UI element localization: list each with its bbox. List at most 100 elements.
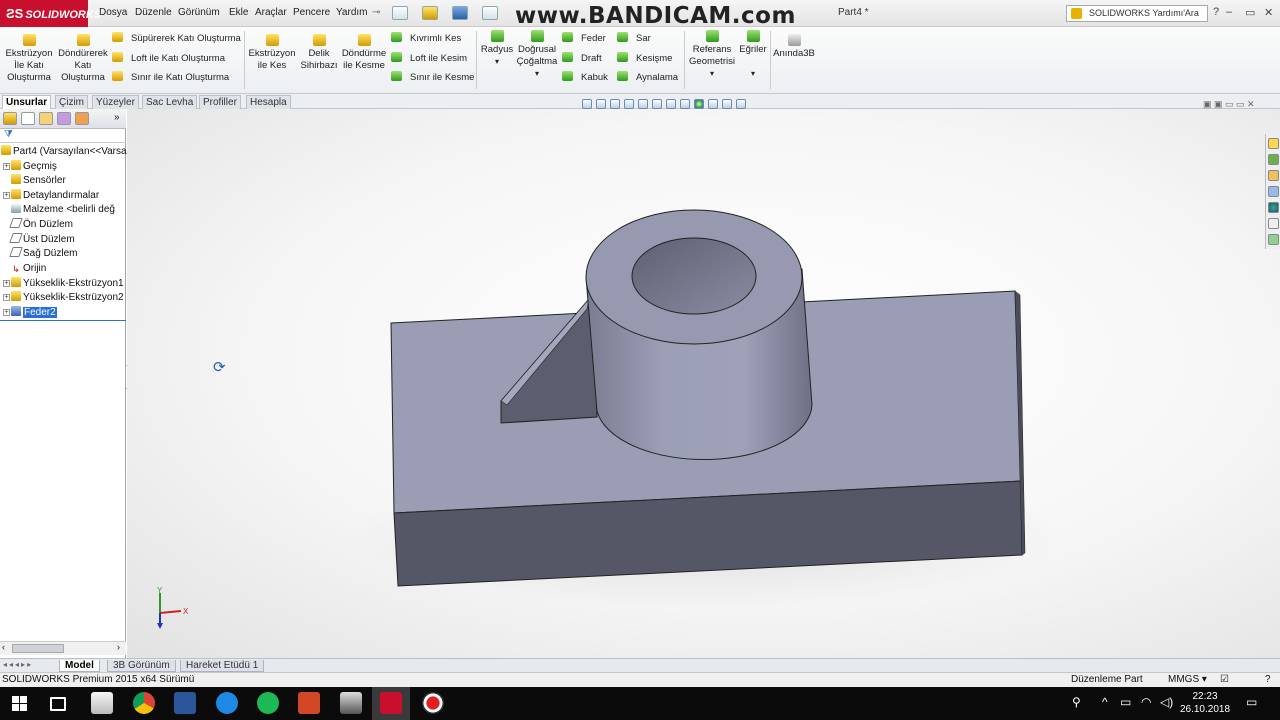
dimxpert-icon[interactable]	[57, 112, 71, 125]
design-library-icon[interactable]	[1268, 154, 1279, 165]
tab-motion-study[interactable]: Hareket Etüdü 1	[180, 660, 265, 672]
menu-yardim[interactable]: Yardım	[336, 7, 368, 18]
volume-icon[interactable]: ◁)	[1160, 695, 1173, 709]
help-icon[interactable]: ?	[1213, 6, 1219, 18]
display-style-icon[interactable]	[666, 99, 676, 109]
solidworks-resources-icon[interactable]	[1268, 138, 1279, 149]
show-hidden-icons[interactable]: ^	[1102, 695, 1108, 709]
linear-pattern-button[interactable]: Doğrusal Çoğaltma ▾	[515, 30, 559, 80]
apply-scene-icon[interactable]	[708, 99, 718, 109]
shell-button[interactable]: Kabuk	[562, 71, 608, 83]
lofted-cut-button[interactable]: Loft ile Kesim	[391, 52, 467, 64]
menu-gorunum[interactable]: Görünüm	[178, 7, 220, 18]
tree-item-rib[interactable]: + Feder2	[3, 306, 57, 320]
view-palette-icon[interactable]	[1268, 186, 1279, 197]
save-icon[interactable]	[452, 6, 468, 20]
boundary-cut-button[interactable]: Sınır ile Kesme	[391, 71, 474, 83]
tree-item-material[interactable]: Malzeme <belirli değ	[3, 203, 115, 217]
task-view-icon[interactable]	[50, 697, 66, 711]
taskbar-clock[interactable]: 22:23 26.10.2018	[1178, 690, 1232, 716]
tab-profiller[interactable]: Profiller	[199, 95, 241, 109]
print-icon[interactable]	[482, 6, 498, 20]
battery-icon[interactable]: ▭	[1120, 695, 1131, 709]
windows-start-icon[interactable]	[12, 696, 28, 712]
new-document-icon[interactable]	[392, 6, 408, 20]
boss-hole[interactable]	[631, 237, 757, 315]
tab-scroll-arrows[interactable]: ◂◂◂▸▸	[3, 660, 33, 669]
display-manager-icon[interactable]	[75, 112, 89, 125]
close-button[interactable]: ✕	[1264, 6, 1273, 19]
expand-icon[interactable]: +	[3, 309, 10, 316]
restore-button[interactable]: ▭	[1245, 6, 1255, 19]
tree-item-annotations[interactable]: + Detaylandırmalar	[3, 189, 99, 203]
dynamic-annotation-icon[interactable]	[638, 99, 648, 109]
expand-icon[interactable]: +	[3, 163, 10, 170]
bandicam-record-icon[interactable]	[422, 692, 444, 714]
solidworks-logo[interactable]: ƧS SOLIDWORKS	[0, 0, 101, 27]
pin-icon[interactable]: ⊸	[372, 7, 380, 18]
expand-icon[interactable]: +	[3, 192, 10, 199]
wrap-button[interactable]: Sar	[617, 32, 651, 44]
view-settings-icon[interactable]	[722, 99, 732, 109]
instant3d-button[interactable]: Anında3B	[772, 34, 816, 60]
store-icon[interactable]	[91, 692, 113, 714]
menu-duzenle[interactable]: Düzenle	[135, 7, 172, 18]
hole-wizard-button[interactable]: Delik Sihirbazı	[299, 34, 339, 72]
powerpoint-icon[interactable]	[298, 692, 320, 714]
appearances-icon[interactable]	[1268, 202, 1279, 213]
chrome-icon[interactable]	[133, 692, 155, 714]
feature-tree-icon[interactable]	[3, 112, 17, 125]
tree-item-origin[interactable]: ↳ Orijin	[3, 262, 46, 276]
tab-sac-levha[interactable]: Sac Levha	[142, 95, 198, 109]
tab-yuzeyler[interactable]: Yüzeyler	[92, 95, 139, 109]
reference-geometry-button[interactable]: Referans Geometrisi ▾	[688, 30, 736, 80]
extruded-cut-button[interactable]: Ekstrüzyon ile Kes	[247, 34, 297, 72]
viewport-controls[interactable]: ▣ ▣ ▭ ▭ ✕	[1203, 99, 1255, 110]
expand-panel-icon[interactable]: »	[114, 112, 120, 123]
word-icon[interactable]	[174, 692, 196, 714]
configuration-manager-icon[interactable]	[39, 112, 53, 125]
draft-button[interactable]: Draft	[562, 52, 602, 64]
tree-item-top-plane[interactable]: Üst Düzlem	[3, 233, 75, 247]
zoom-to-area-icon[interactable]	[596, 99, 606, 109]
status-help-icon[interactable]: ?	[1265, 673, 1271, 687]
view-orientation-icon[interactable]	[652, 99, 662, 109]
help-search-input[interactable]: SOLIDWORKS Yardımı'Ara	[1066, 5, 1208, 22]
scrollbar-thumb[interactable]	[12, 644, 64, 653]
tree-item-extrude1[interactable]: + Yükseklik-Ekstrüzyon1	[3, 277, 124, 291]
mirror-button[interactable]: Aynalama	[617, 71, 678, 83]
solidworks-forum-icon[interactable]	[1268, 234, 1279, 245]
photos-icon[interactable]	[340, 692, 362, 714]
intersect-button[interactable]: Kesişme	[617, 52, 672, 64]
open-folder-icon[interactable]	[422, 6, 438, 20]
tab-unsurlar[interactable]: Unsurlar	[2, 95, 52, 109]
fillet-button[interactable]: Radyus ▾	[479, 30, 515, 68]
view-3d-icon[interactable]	[736, 99, 746, 109]
notifications-icon[interactable]: ▭	[1246, 695, 1257, 709]
menu-dosya[interactable]: Dosya	[99, 7, 127, 18]
tab-cizim[interactable]: Çizim	[55, 95, 88, 109]
property-manager-icon[interactable]	[21, 112, 35, 125]
graphics-area[interactable]: ⟳ Y X	[127, 109, 1280, 658]
expand-icon[interactable]: +	[3, 294, 10, 301]
spotify-icon[interactable]	[257, 692, 279, 714]
people-icon[interactable]: ⚲	[1072, 695, 1081, 709]
curves-button[interactable]: Eğriler ▾	[737, 30, 769, 80]
units-selector[interactable]: MMGS ▾	[1168, 673, 1207, 687]
tree-item-history[interactable]: + Geçmiş	[3, 160, 57, 174]
menu-araclar[interactable]: Araçlar	[255, 7, 287, 18]
tree-item-front-plane[interactable]: Ön Düzlem	[3, 218, 73, 232]
tree-item-part[interactable]: Part4 (Varsayılan<<Varsa	[1, 145, 127, 159]
rebuild-icon[interactable]: ☑	[1220, 673, 1229, 687]
expand-icon[interactable]: +	[3, 280, 10, 287]
tab-hesapla[interactable]: Hesapla	[246, 95, 291, 109]
tab-3d-view[interactable]: 3B Görünüm	[107, 660, 176, 672]
taskbar-active-app[interactable]	[372, 687, 410, 720]
swept-boss-button[interactable]: Süpürerek Katı Oluşturma	[112, 32, 241, 44]
swept-cut-button[interactable]: Kıvrımlı Kes	[391, 32, 461, 44]
hide-show-items-icon[interactable]	[680, 99, 690, 109]
wifi-icon[interactable]: ◠	[1141, 695, 1151, 709]
revolved-cut-button[interactable]: Döndürme ile Kesme	[340, 34, 388, 72]
custom-properties-icon[interactable]	[1268, 218, 1279, 229]
tab-model[interactable]: Model	[59, 660, 100, 672]
